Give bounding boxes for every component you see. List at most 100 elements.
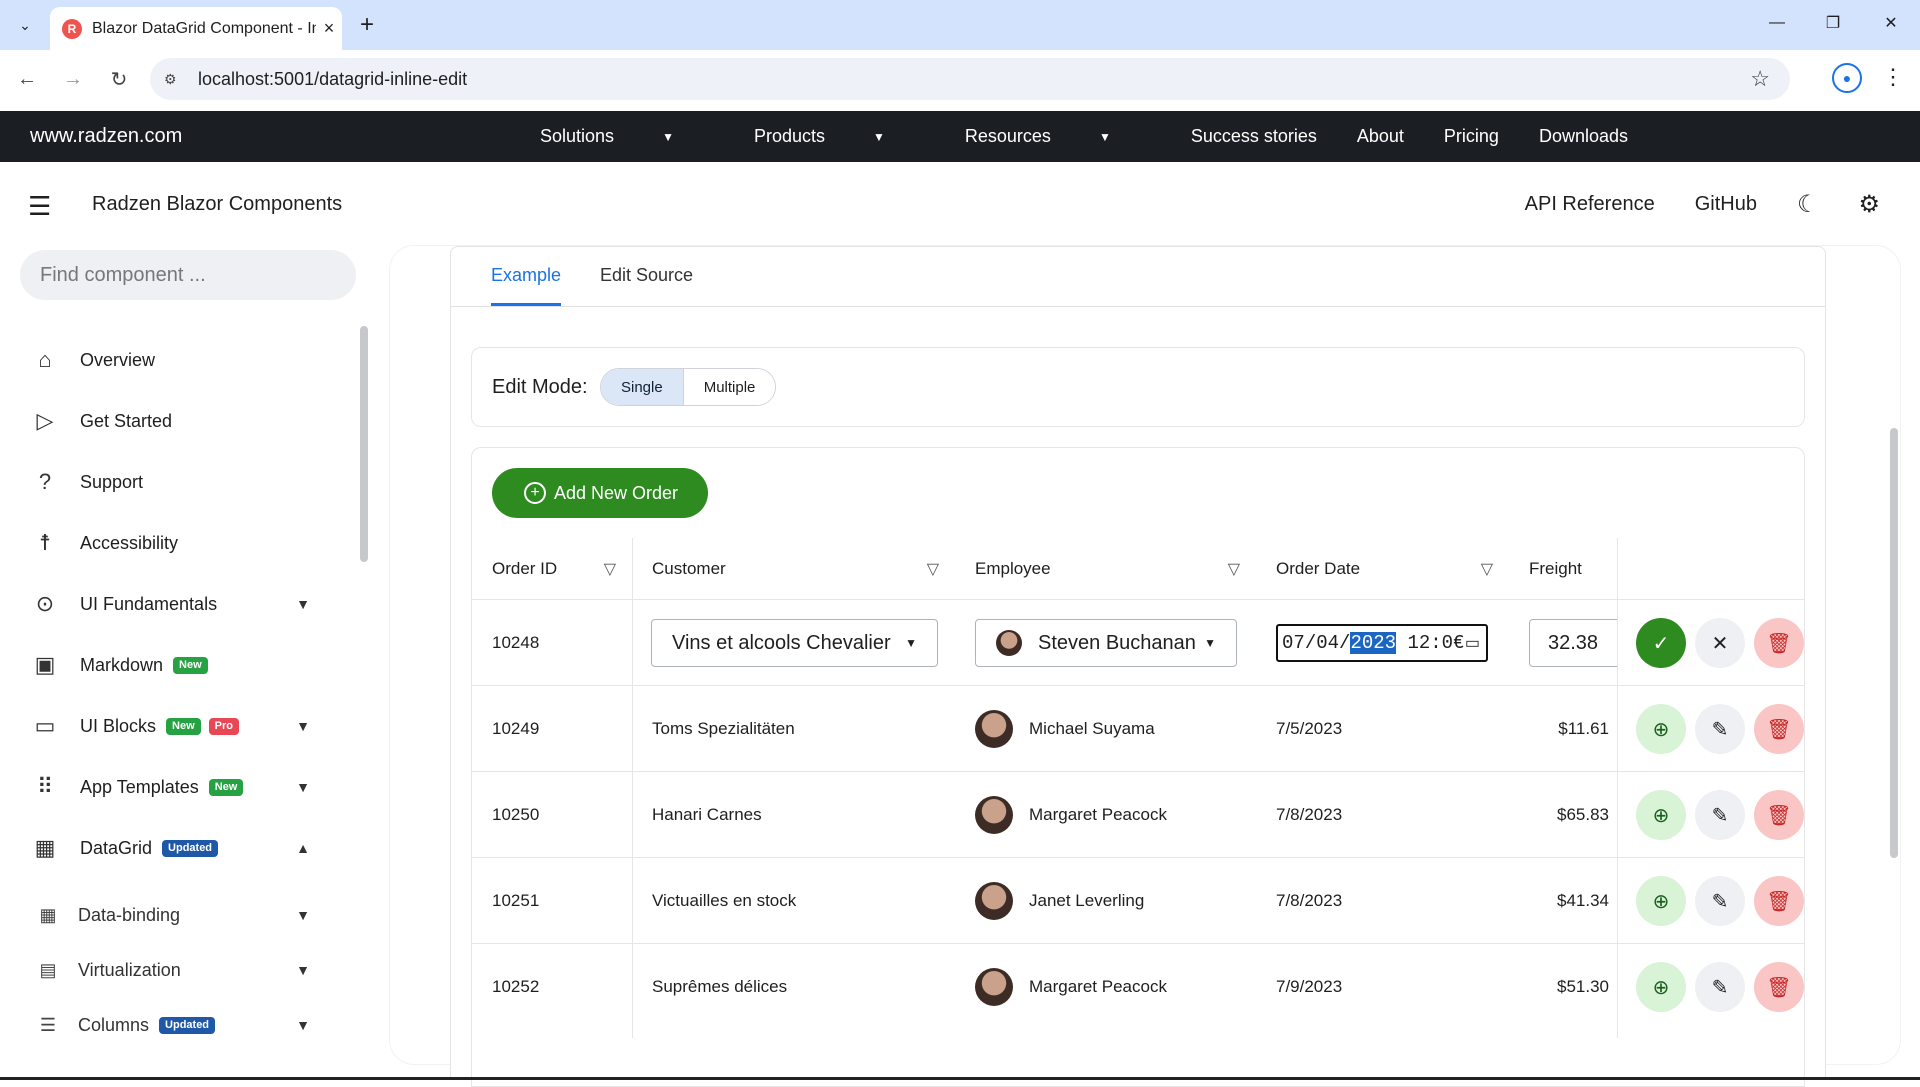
column-header-freight[interactable]: Freight <box>1509 538 1617 600</box>
sidebar-item-get-started[interactable]: ▷ Get Started <box>30 401 330 441</box>
site-info-icon[interactable]: ⚙ <box>164 71 186 88</box>
employee-name: Michael Suyama <box>1029 719 1155 738</box>
browser-menu-icon[interactable]: ⋮ <box>1878 62 1908 92</box>
profile-icon[interactable]: ● <box>1832 63 1862 93</box>
sidebar-subitem-data-binding[interactable]: ▦ Data-binding ▼ <box>36 895 336 935</box>
tab-close-icon[interactable]: × <box>316 18 342 39</box>
add-row-button[interactable]: ⊕ <box>1636 790 1686 840</box>
column-header-employee[interactable]: Employee ▽ <box>955 538 1256 600</box>
sidebar-subitem-columns[interactable]: ☰ Columns Updated ▼ <box>36 1005 336 1045</box>
window-close-icon[interactable]: ✕ <box>1866 8 1916 38</box>
window-minimize-icon[interactable]: — <box>1752 8 1802 38</box>
delete-row-button[interactable]: 🗑 <box>1754 876 1804 926</box>
add-row-button[interactable]: ⊕ <box>1636 962 1686 1012</box>
order-id-cell: 10250 <box>492 805 540 824</box>
cancel-edit-button[interactable]: ✕ <box>1695 618 1745 668</box>
sidebar-item-accessibility[interactable]: ☨ Accessibility <box>30 523 330 563</box>
tab-example[interactable]: Example <box>491 265 561 286</box>
employee-avatar <box>996 630 1022 656</box>
nav-success-stories[interactable]: Success stories <box>1191 126 1317 147</box>
delete-row-button[interactable]: 🗑 <box>1754 962 1804 1012</box>
column-header-customer[interactable]: Customer ▽ <box>632 538 955 600</box>
active-tab-indicator <box>491 303 561 306</box>
column-header-order-id[interactable]: Order ID ▽ <box>472 538 632 600</box>
filter-funnel-icon[interactable]: ▽ <box>927 559 939 579</box>
sidebar-item-app-templates[interactable]: ⠿ App Templates New ▼ <box>30 767 330 807</box>
add-new-order-button[interactable]: + Add New Order <box>492 468 709 518</box>
mode-multiple-button[interactable]: Multiple <box>682 369 776 405</box>
fundamentals-icon: ⊙ <box>35 591 55 616</box>
sidebar-item-label: UI Blocks <box>80 715 157 736</box>
forward-arrow-icon[interactable]: → <box>58 64 88 94</box>
order-id-cell: 10252 <box>492 977 540 996</box>
employee-dropdown[interactable]: Steven Buchanan ▼ <box>975 619 1237 667</box>
updated-badge: Updated <box>159 1016 216 1034</box>
plus-circle-icon: + <box>524 482 546 504</box>
delete-row-button[interactable]: 🗑 <box>1754 618 1804 668</box>
calendar-icon[interactable]: ▭ <box>1465 633 1480 653</box>
filter-funnel-icon[interactable]: ▽ <box>604 559 616 579</box>
brand-link[interactable]: www.radzen.com <box>30 125 182 148</box>
sidebar-item-markdown[interactable]: ▣ Markdown New <box>30 645 330 685</box>
delete-row-button[interactable]: 🗑 <box>1754 790 1804 840</box>
edit-row-button[interactable]: ✎ <box>1695 704 1745 754</box>
filter-funnel-icon[interactable]: ▽ <box>1228 559 1240 579</box>
add-row-button[interactable]: ⊕ <box>1636 704 1686 754</box>
plus-circle-icon: ⊕ <box>1652 890 1670 913</box>
sidebar-item-support[interactable]: ? Support <box>30 462 330 502</box>
nav-pricing[interactable]: Pricing <box>1444 126 1499 147</box>
add-row-button[interactable]: ⊕ <box>1636 876 1686 926</box>
employee-cell: Margaret Peacock <box>975 772 1167 858</box>
radzen-favicon-icon: R <box>62 18 82 39</box>
pencil-icon: ✎ <box>1711 804 1729 827</box>
row-actions: ⊕ ✎ 🗑 <box>1636 772 1804 858</box>
github-link[interactable]: GitHub <box>1695 193 1757 216</box>
back-arrow-icon[interactable]: ← <box>12 64 42 94</box>
filter-funnel-icon[interactable]: ▽ <box>1481 559 1493 579</box>
nav-products[interactable]: Products ▼ <box>754 126 925 147</box>
edit-row-button[interactable]: ✎ <box>1695 790 1745 840</box>
employee-avatar <box>975 968 1013 1006</box>
window-restore-icon[interactable]: ❐ <box>1808 8 1858 38</box>
dark-mode-moon-icon[interactable]: ☾ <box>1797 190 1819 219</box>
sidebar-item-datagrid[interactable]: ▦ DataGrid Updated ▲ <box>30 828 330 868</box>
close-icon: ✕ <box>1711 632 1729 655</box>
freight-input[interactable]: 32.38 <box>1529 619 1617 667</box>
nav-resources[interactable]: Resources ▼ <box>965 126 1151 147</box>
employee-name: Janet Leverling <box>1029 891 1145 910</box>
app-header: ☰ Radzen Blazor Components API Reference… <box>0 162 1920 246</box>
sidebar-item-ui-fundamentals[interactable]: ⊙ UI Fundamentals ▼ <box>30 584 330 624</box>
tab-search-chevron-icon[interactable]: ⌄ <box>10 12 40 38</box>
table-icon: ▦ <box>39 904 57 925</box>
column-header-order-date[interactable]: Order Date ▽ <box>1256 538 1509 600</box>
page-scrollbar[interactable] <box>1890 428 1898 858</box>
order-date-input[interactable]: 07/04/2023 12:0€ ▭ <box>1276 624 1488 662</box>
tab-edit-source[interactable]: Edit Source <box>600 265 693 286</box>
mode-single-button[interactable]: Single <box>601 369 683 405</box>
reload-icon[interactable]: ↻ <box>104 64 134 94</box>
nav-label: Solutions <box>540 126 615 146</box>
customer-dropdown[interactable]: Vins et alcools Chevalier ▼ <box>651 619 938 667</box>
browser-tab[interactable]: R Blazor DataGrid Component - In × <box>50 7 342 50</box>
find-component-input[interactable] <box>20 250 356 300</box>
sidebar-item-overview[interactable]: ⌂ Overview <box>30 340 330 380</box>
address-bar[interactable]: ⚙ localhost:5001/datagrid-inline-edit ☆ <box>150 58 1790 100</box>
table-row: 10252 Suprêmes délices Margaret Peacock … <box>472 944 1804 1030</box>
nav-downloads[interactable]: Downloads <box>1539 126 1628 147</box>
sidebar-item-ui-blocks[interactable]: ▭ UI Blocks New Pro ▼ <box>30 706 330 746</box>
nav-about[interactable]: About <box>1357 126 1404 147</box>
settings-gear-icon[interactable]: ⚙ <box>1858 190 1880 219</box>
bookmark-star-icon[interactable]: ☆ <box>1750 66 1770 92</box>
new-tab-plus-icon[interactable]: + <box>352 10 382 40</box>
nav-solutions[interactable]: Solutions ▼ <box>540 126 714 147</box>
sidebar-scrollbar[interactable] <box>360 326 368 562</box>
delete-row-button[interactable]: 🗑 <box>1754 704 1804 754</box>
hamburger-menu-icon[interactable]: ☰ <box>28 191 51 222</box>
edit-row-button[interactable]: ✎ <box>1695 962 1745 1012</box>
updated-badge: Updated <box>162 839 219 857</box>
api-reference-link[interactable]: API Reference <box>1525 193 1655 216</box>
sidebar-subitem-virtualization[interactable]: ▤ Virtualization ▼ <box>36 950 336 990</box>
edit-row-button[interactable]: ✎ <box>1695 876 1745 926</box>
table-row: 10250 Hanari Carnes Margaret Peacock 7/8… <box>472 772 1804 858</box>
save-check-button[interactable]: ✓ <box>1636 618 1686 668</box>
